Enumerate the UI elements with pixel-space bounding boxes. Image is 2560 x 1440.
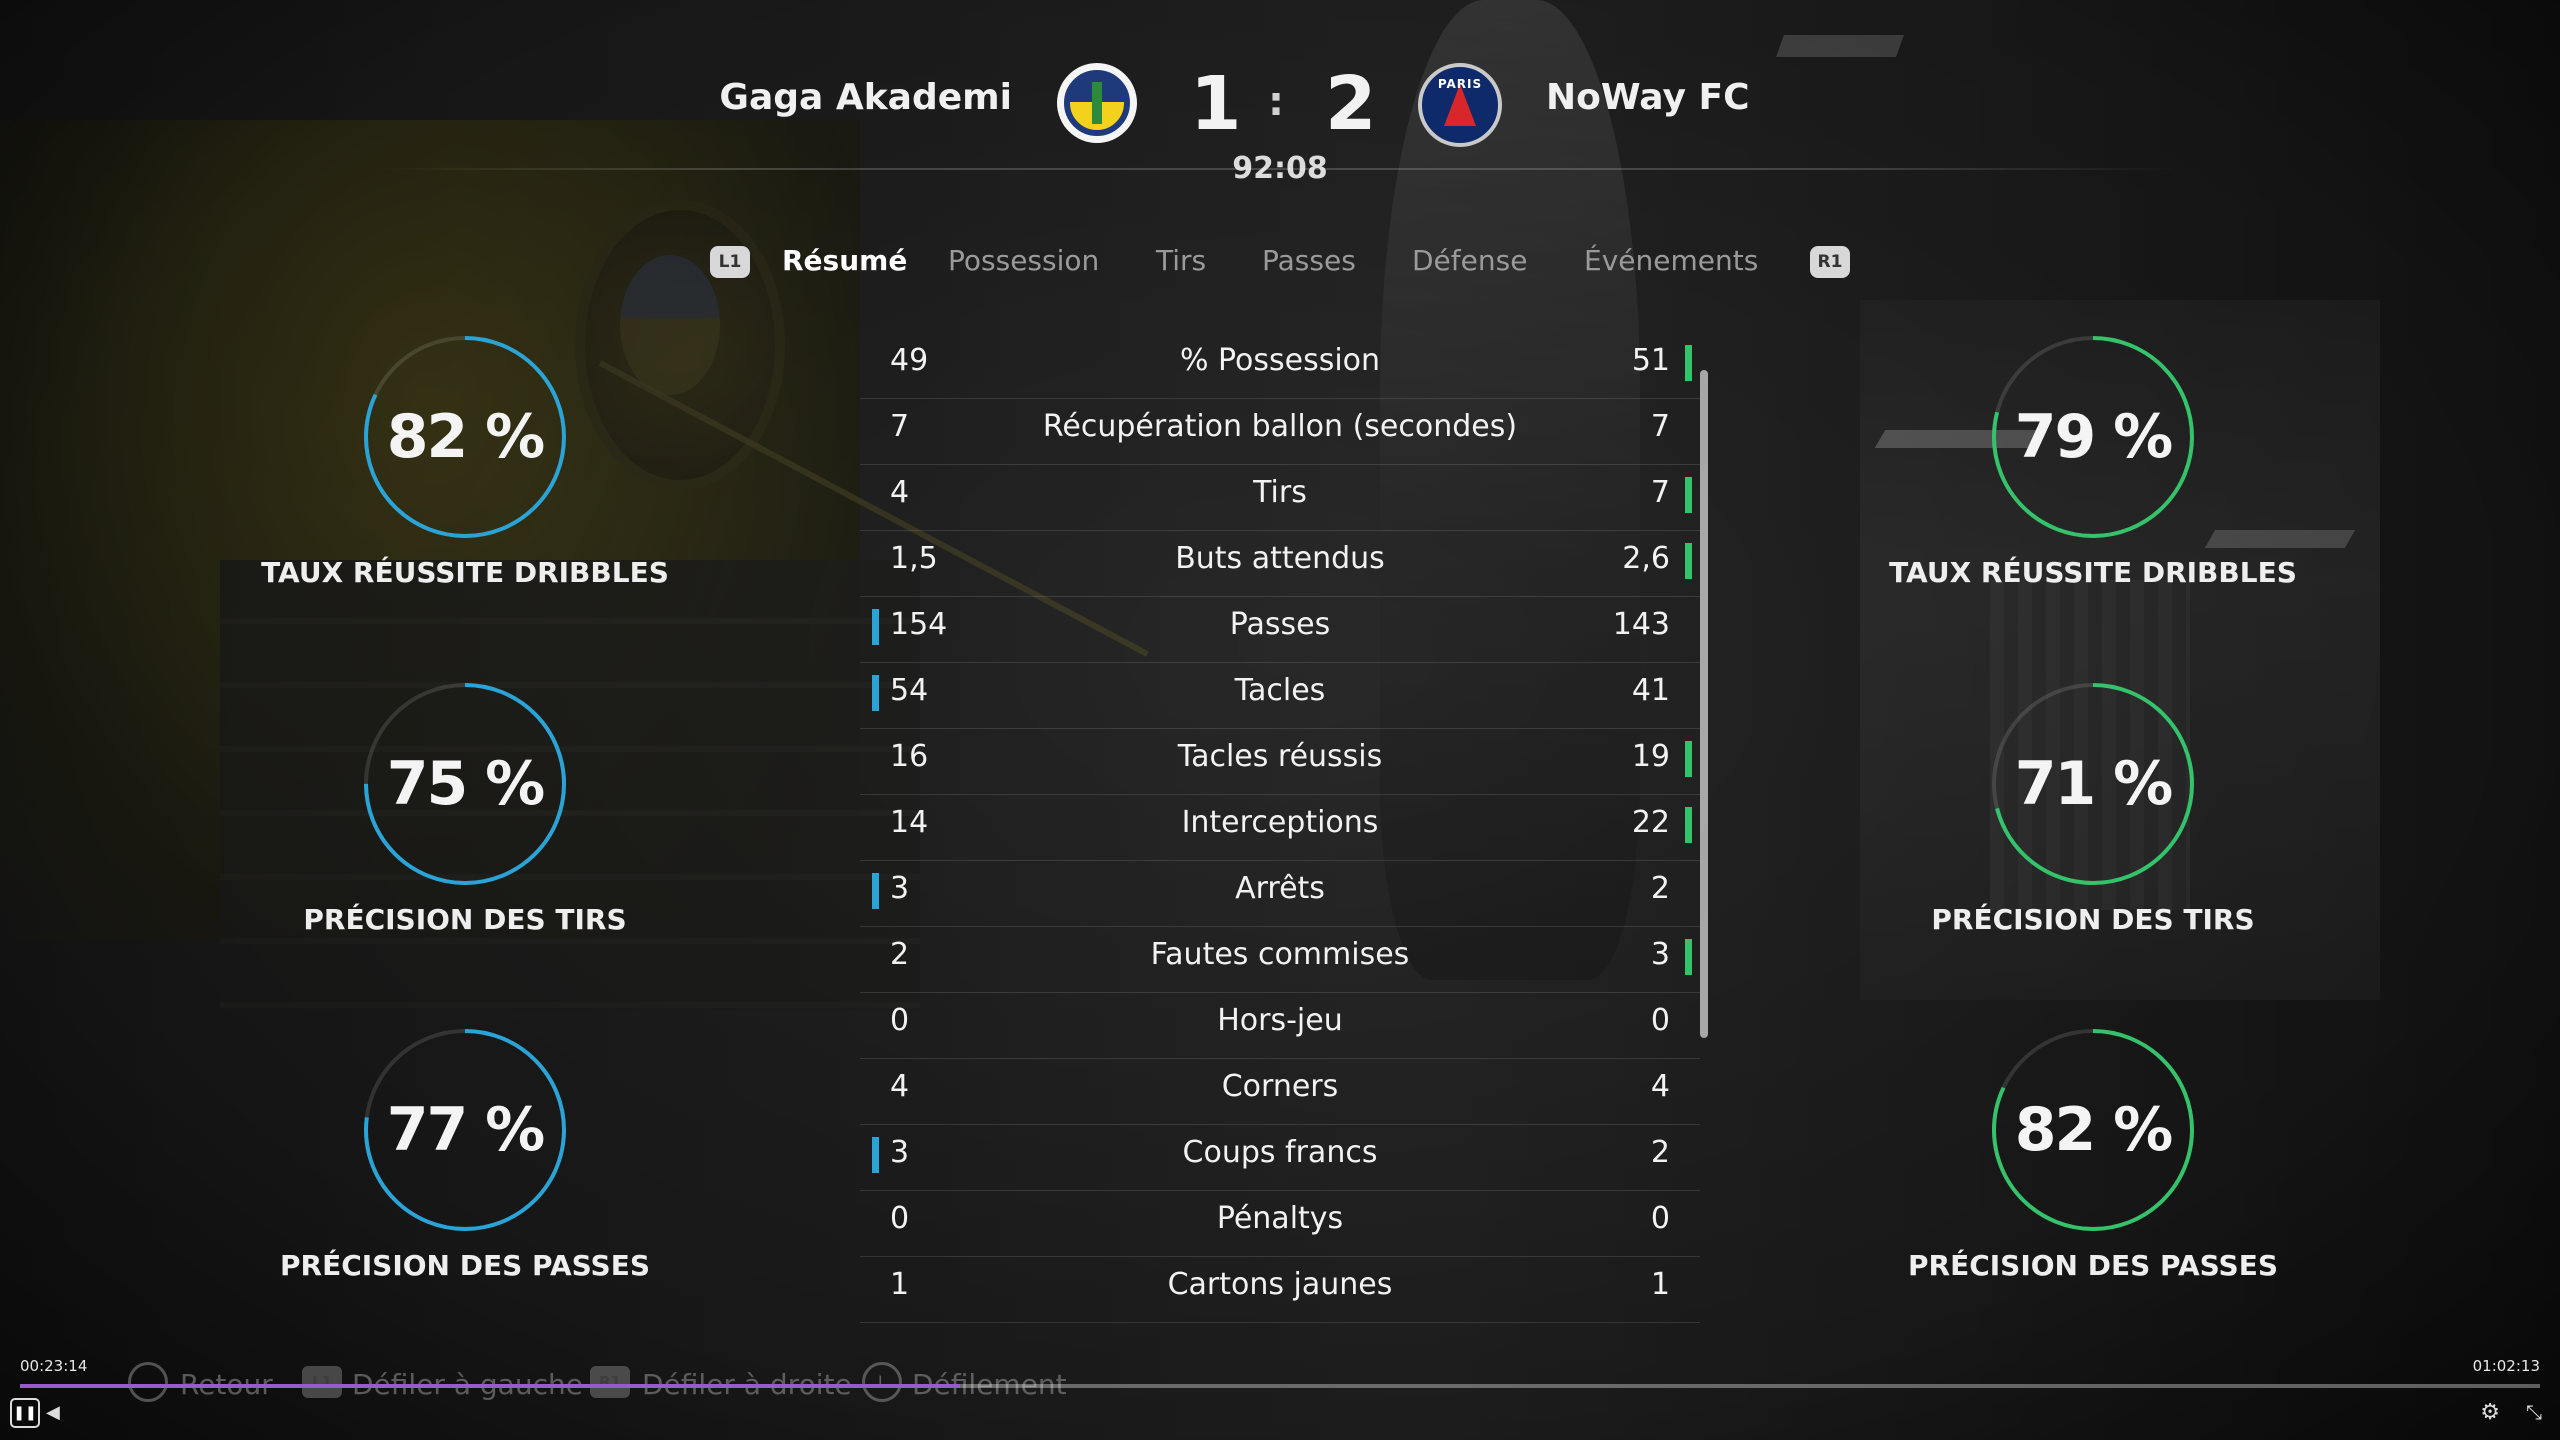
stat-row: 3 Arrêts 2: [860, 861, 1700, 927]
away-score: 2: [1325, 61, 1377, 147]
video-progress-track[interactable]: [20, 1384, 2540, 1388]
away-stat-value: 143: [1612, 607, 1670, 642]
home-team-crest-icon: [1057, 63, 1137, 143]
stat-name: Corners: [1221, 1069, 1339, 1104]
away-stat-value: 7: [1650, 409, 1670, 444]
stat-row: 2 Fautes commises 3: [860, 927, 1700, 993]
home-pass-label: PRÉCISION DES PASSES: [279, 1249, 650, 1282]
tab-tirs[interactable]: Tirs: [1156, 244, 1206, 277]
stat-row: 14 Interceptions 22: [860, 795, 1700, 861]
r1-hint-icon: R1: [590, 1366, 630, 1398]
stat-row: 0 Pénaltys 0: [860, 1191, 1700, 1257]
stat-row: 3 Coups francs 2: [860, 1125, 1700, 1191]
tab-resume[interactable]: Résumé: [782, 244, 907, 277]
away-circle: 71 %: [1988, 679, 2198, 889]
away-dribble-rate: 79 %: [2014, 402, 2174, 472]
video-player-bar: 00:23:14 01:02:13 Retour L1 Défiler à ga…: [0, 1340, 2560, 1440]
stats-tabs: L1 Résumé Possession Tirs Passes Défense…: [0, 244, 2560, 284]
home-pass-accuracy: 77 %: [386, 1095, 546, 1165]
stat-name: Fautes commises: [1150, 937, 1410, 972]
stat-row: 4 Tirs 7: [860, 465, 1700, 531]
l1-button-icon[interactable]: L1: [710, 246, 750, 278]
away-circle: 79 %: [1988, 332, 2198, 542]
home-dribble-label: TAUX RÉUSSITE DRIBBLES: [261, 556, 669, 589]
away-team-crest-icon: PARIS: [1418, 63, 1502, 147]
away-dribble-label: TAUX RÉUSSITE DRIBBLES: [1889, 556, 2297, 589]
home-circle: 75 %: [360, 679, 570, 889]
away-stat-value: 19: [1631, 739, 1670, 774]
volume-icon[interactable]: ◀: [46, 1402, 60, 1423]
settings-gear-icon[interactable]: ⚙: [2480, 1400, 2500, 1425]
away-stat-value: 2,6: [1622, 541, 1670, 576]
away-stat-value: 0: [1650, 1003, 1670, 1038]
away-stat-value: 0: [1650, 1201, 1670, 1236]
score-separator: :: [1268, 79, 1284, 125]
home-circle: 77 %: [360, 1025, 570, 1235]
away-team-name: NoWay FC: [1546, 77, 1750, 118]
away-shot-accuracy: 71 %: [2014, 749, 2174, 819]
tab-evenements[interactable]: Événements: [1584, 244, 1758, 277]
stats-table[interactable]: 49% Possession 51 7 Récupération ballon (se…: [860, 333, 1700, 1323]
home-score: 1: [1190, 61, 1242, 147]
home-circle: 82 %: [360, 332, 570, 542]
away-stat-value: 51: [1631, 343, 1670, 378]
stat-name: Hors-jeu: [1217, 1003, 1343, 1038]
stat-row: 1 Cartons jaunes 1: [860, 1257, 1700, 1323]
stat-name: Arrêts: [1235, 871, 1325, 906]
stat-name: Tacles réussis: [1177, 739, 1383, 774]
away-crest-text: PARIS: [1437, 77, 1483, 91]
stat-row: 1,5 Buts attendus 2,6: [860, 531, 1700, 597]
video-progress-fill: [20, 1384, 960, 1388]
stat-name: Tirs: [1253, 475, 1307, 510]
stat-row: 0 Hors-jeu 0: [860, 993, 1700, 1059]
away-stat-value: 22: [1631, 805, 1670, 840]
l1-hint-icon: L1: [302, 1366, 342, 1398]
away-shot-label: PRÉCISION DES TIRS: [1931, 903, 2255, 936]
tab-defense[interactable]: Défense: [1412, 244, 1527, 277]
away-stat-value: 3: [1650, 937, 1670, 972]
tab-possession[interactable]: Possession: [948, 244, 1099, 277]
stat-row: 4 Corners 4: [860, 1059, 1700, 1125]
stat-row: 7 Récupération ballon (secondes) 7: [860, 399, 1700, 465]
left-stick-icon: L: [862, 1362, 902, 1402]
fullscreen-icon[interactable]: ⤡: [2526, 1400, 2542, 1424]
home-team-name: Gaga Akademi: [719, 77, 1012, 118]
away-stat-value: 7: [1650, 475, 1670, 510]
home-shot-accuracy: 75 %: [386, 749, 546, 819]
stat-row: 49% Possession 51: [860, 333, 1700, 399]
home-dribble-rate: 82 %: [386, 402, 546, 472]
total-time: 01:02:13: [2472, 1357, 2540, 1375]
away-circle: 82 %: [1988, 1025, 2198, 1235]
stat-name: Récupération ballon (secondes): [1042, 409, 1518, 444]
away-stat-value: 41: [1631, 673, 1670, 708]
stat-row: 154 Passes 143: [860, 597, 1700, 663]
header-divider: [375, 168, 2185, 170]
tab-passes[interactable]: Passes: [1262, 244, 1356, 277]
home-shot-label: PRÉCISION DES TIRS: [303, 903, 627, 936]
stat-name: Tacles: [1234, 673, 1326, 708]
stat-name: Interceptions: [1181, 805, 1379, 840]
away-pass-accuracy: 82 %: [2014, 1095, 2174, 1165]
stat-name: Cartons jaunes: [1167, 1267, 1393, 1302]
away-stat-value: 4: [1650, 1069, 1670, 1104]
scoreboard-header: Gaga Akademi 1 : 2 PARIS NoWay FC 92:08: [0, 55, 2560, 186]
circle-button-icon: [128, 1362, 168, 1402]
stat-name: Pénaltys: [1216, 1201, 1344, 1236]
current-time: 00:23:14: [20, 1357, 88, 1375]
stat-name: % Possession: [1179, 343, 1381, 378]
away-pass-label: PRÉCISION DES PASSES: [1907, 1249, 2278, 1282]
stat-name: Buts attendus: [1175, 541, 1385, 576]
stat-row: 54 Tacles 41: [860, 663, 1700, 729]
stat-name: Passes: [1229, 607, 1331, 642]
stat-name: Coups francs: [1182, 1135, 1378, 1170]
pause-button[interactable]: ❚❚: [10, 1398, 40, 1428]
stats-scrollbar[interactable]: [1700, 370, 1708, 1038]
stat-row: 16 Tacles réussis 19: [860, 729, 1700, 795]
away-stat-value: 2: [1650, 871, 1670, 906]
r1-button-icon[interactable]: R1: [1810, 246, 1850, 278]
away-stat-value: 2: [1650, 1135, 1670, 1170]
away-stat-value: 1: [1650, 1267, 1670, 1302]
